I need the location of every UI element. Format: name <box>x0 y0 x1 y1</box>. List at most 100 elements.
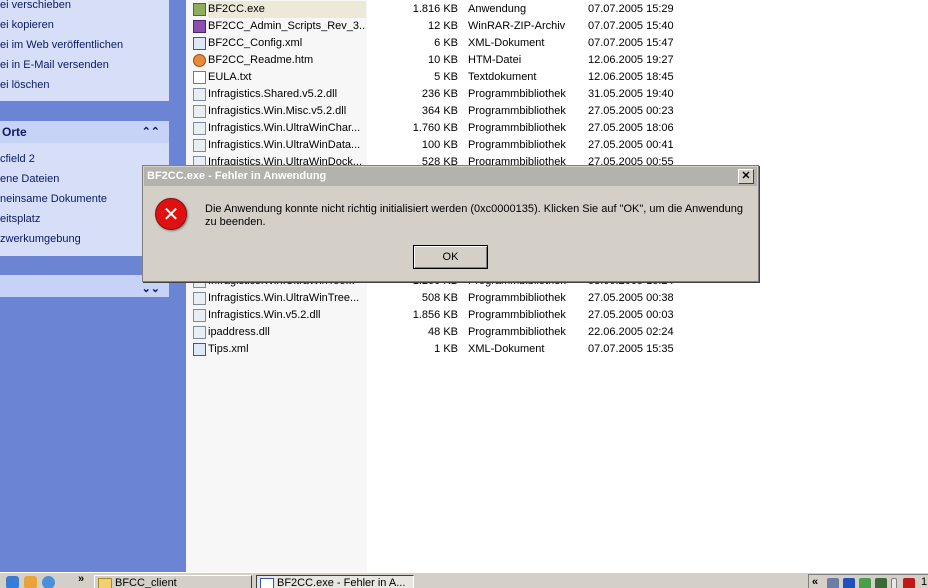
file-date: 27.05.2005 00:23 <box>588 105 674 117</box>
internet-explorer-icon[interactable] <box>42 576 55 588</box>
file-size: 5 KB <box>434 71 458 83</box>
file-type: Programmbibliothek <box>468 105 566 117</box>
place-item-3[interactable]: neinsame Dokumente <box>0 193 107 206</box>
file-size: 364 KB <box>421 105 458 117</box>
file-row[interactable]: BF2CC_Config.xml 6 KB XML-Dokument 07.07… <box>186 35 928 52</box>
firefox-icon[interactable] <box>24 576 37 588</box>
htm-icon <box>193 54 206 67</box>
taskbar-button-folder[interactable]: BFCC_client <box>94 575 252 588</box>
taskbar-button-label: BFCC_client <box>115 577 177 588</box>
file-type: Anwendung <box>468 3 527 15</box>
dialog-title-bar[interactable]: BF2CC.exe - Fehler in Anwendung ✕ <box>144 167 757 186</box>
place-item-5[interactable]: zwerkumgebung <box>0 233 81 246</box>
txt-icon <box>193 71 206 84</box>
dll-icon <box>193 122 206 135</box>
file-name: Infragistics.Win.v5.2.dll <box>208 309 321 321</box>
task-move-file[interactable]: ei verschieben <box>0 0 71 12</box>
task-email-file[interactable]: ei in E-Mail versenden <box>0 59 109 72</box>
file-type: WinRAR-ZIP-Archiv <box>468 20 566 32</box>
file-row[interactable]: BF2CC.exe 1.816 KB Anwendung 07.07.2005 … <box>186 1 928 18</box>
file-name: BF2CC_Readme.htm <box>208 54 314 66</box>
close-icon[interactable]: ✕ <box>738 169 754 184</box>
file-size: 48 KB <box>428 326 458 338</box>
dll-icon <box>193 139 206 152</box>
ok-button[interactable]: OK <box>413 245 488 269</box>
file-size: 1 KB <box>434 343 458 355</box>
file-row[interactable]: Infragistics.Win.UltraWinChar... 1.760 K… <box>186 120 928 137</box>
file-row[interactable]: BF2CC_Readme.htm 10 KB HTM-Datei 12.06.2… <box>186 52 928 69</box>
window-icon <box>260 578 274 588</box>
file-type: Programmbibliothek <box>468 88 566 100</box>
file-name: ipaddress.dll <box>208 326 270 338</box>
task-delete-file[interactable]: ei löschen <box>0 79 50 92</box>
file-row[interactable]: Infragistics.Win.UltraWinTree... 508 KB … <box>186 290 928 307</box>
file-size: 100 KB <box>421 139 458 151</box>
file-row[interactable]: Infragistics.Win.Misc.v5.2.dll 364 KB Pr… <box>186 103 928 120</box>
file-size: 1.760 KB <box>412 122 458 134</box>
file-row[interactable]: Infragistics.Shared.v5.2.dll 236 KB Prog… <box>186 86 928 103</box>
file-name: BF2CC_Admin_Scripts_Rev_3.... <box>208 20 366 32</box>
file-name: Infragistics.Win.UltraWinData... <box>208 139 361 151</box>
places-title: Orte <box>2 125 27 139</box>
taskbar-button-error[interactable]: BF2CC.exe - Fehler in A... <box>256 575 414 588</box>
place-item-1[interactable]: cfield 2 <box>0 153 35 166</box>
file-row[interactable]: EULA.txt 5 KB Textdokument 12.06.2005 18… <box>186 69 928 86</box>
file-date: 27.05.2005 00:41 <box>588 139 674 151</box>
place-item-4[interactable]: eitsplatz <box>0 213 40 226</box>
file-size: 6 KB <box>434 37 458 49</box>
antivirus-icon[interactable] <box>903 578 915 588</box>
file-date: 07.07.2005 15:47 <box>588 37 674 49</box>
error-dialog: BF2CC.exe - Fehler in Anwendung ✕ ✕ Die … <box>142 165 759 282</box>
file-name: Infragistics.Win.UltraWinChar... <box>208 122 361 134</box>
file-date: 27.05.2005 18:06 <box>588 122 674 134</box>
task-copy-file[interactable]: ei kopieren <box>0 19 54 32</box>
places-panel-header[interactable]: Orte ⌃⌃ <box>0 121 169 143</box>
file-name: Infragistics.Win.UltraWinTree... <box>208 292 360 304</box>
tray-expand-icon[interactable]: « <box>812 575 818 588</box>
dll-icon <box>193 309 206 322</box>
collapse-chevron-icon[interactable]: ⌃⌃ <box>142 121 160 143</box>
file-date: 07.07.2005 15:35 <box>588 343 674 355</box>
nvidia-icon[interactable] <box>875 578 887 588</box>
file-row[interactable]: Infragistics.Win.UltraWinData... 100 KB … <box>186 137 928 154</box>
file-tasks-panel: ei verschieben ei kopieren ei im Web ver… <box>0 0 169 101</box>
file-type: Programmbibliothek <box>468 292 566 304</box>
file-date: 22.06.2005 02:24 <box>588 326 674 338</box>
file-type: XML-Dokument <box>468 343 545 355</box>
file-row[interactable]: Tips.xml 1 KB XML-Dokument 07.07.2005 15… <box>186 341 928 358</box>
file-date: 12.06.2005 19:27 <box>588 54 674 66</box>
file-type: Programmbibliothek <box>468 139 566 151</box>
exe-icon <box>193 3 206 16</box>
file-row[interactable]: BF2CC_Admin_Scripts_Rev_3.... 12 KB WinR… <box>186 18 928 35</box>
file-name: BF2CC_Config.xml <box>208 37 303 49</box>
file-row[interactable]: Infragistics.Win.v5.2.dll 1.856 KB Progr… <box>186 307 928 324</box>
file-type: XML-Dokument <box>468 37 545 49</box>
task-publish-web[interactable]: ei im Web veröffentlichen <box>0 39 123 52</box>
quicklaunch-more-icon[interactable]: » <box>78 573 84 586</box>
file-date: 12.06.2005 18:45 <box>588 71 674 83</box>
file-name: EULA.txt <box>208 71 252 83</box>
dll-icon <box>193 326 206 339</box>
dll-icon <box>193 105 206 118</box>
system-tray: « 1: <box>808 574 928 588</box>
rar-icon <box>193 20 206 33</box>
place-item-2[interactable]: ene Dateien <box>0 173 59 186</box>
security-icon[interactable] <box>859 578 871 588</box>
file-size: 12 KB <box>428 20 458 32</box>
xml-icon <box>193 37 206 50</box>
show-desktop-icon[interactable] <box>6 576 19 588</box>
file-row[interactable]: ipaddress.dll 48 KB Programmbibliothek 2… <box>186 324 928 341</box>
file-type: Programmbibliothek <box>468 326 566 338</box>
volume-icon[interactable] <box>891 578 897 588</box>
dll-icon <box>193 88 206 101</box>
error-icon: ✕ <box>155 198 187 230</box>
file-type: Programmbibliothek <box>468 309 566 321</box>
file-date: 27.05.2005 00:03 <box>588 309 674 321</box>
taskbar: » BFCC_client BF2CC.exe - Fehler in A...… <box>0 572 928 588</box>
messenger-icon[interactable] <box>843 578 855 588</box>
file-size: 508 KB <box>421 292 458 304</box>
file-name: Infragistics.Win.Misc.v5.2.dll <box>208 105 347 117</box>
task-pane: ei verschieben ei kopieren ei im Web ver… <box>0 0 186 572</box>
file-name: Infragistics.Shared.v5.2.dll <box>208 88 338 100</box>
network-icon[interactable] <box>827 578 839 588</box>
